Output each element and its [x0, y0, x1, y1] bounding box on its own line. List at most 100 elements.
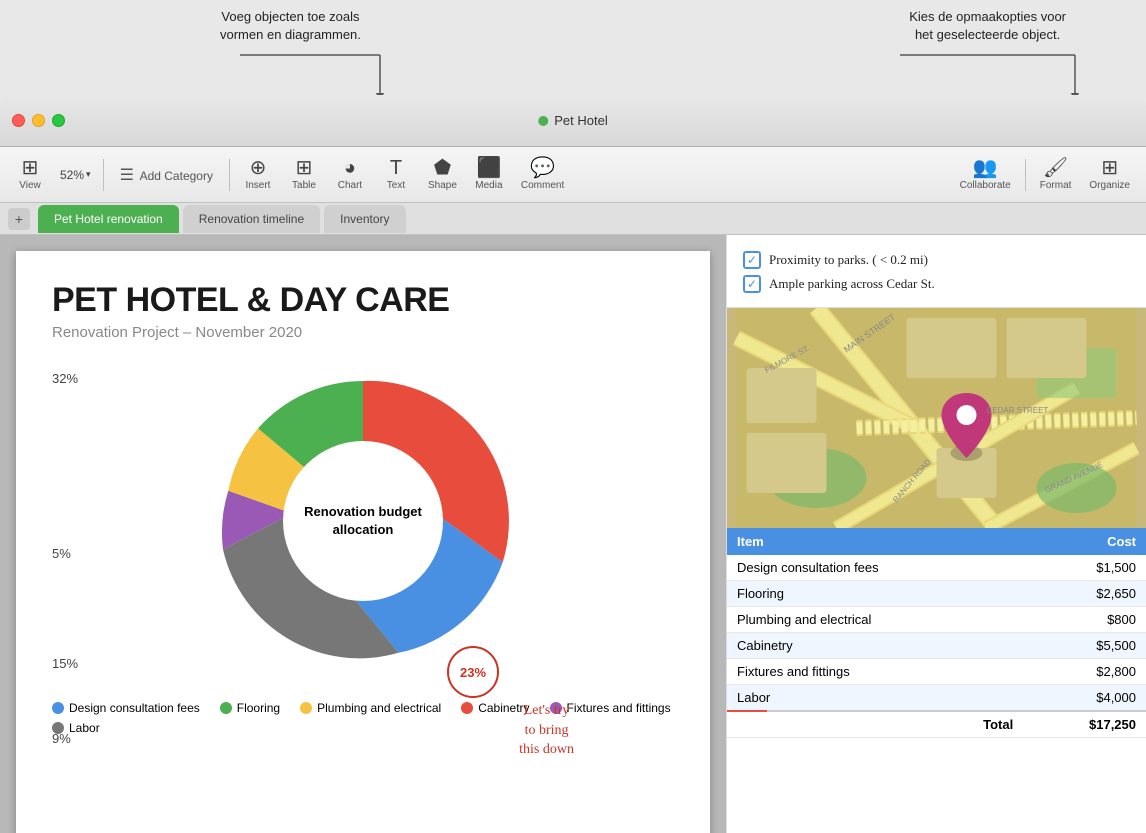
zoom-value: 52%	[60, 168, 84, 182]
organize-icon: ⊞	[1101, 158, 1118, 178]
cell-item: Cabinetry	[727, 633, 1023, 659]
view-button[interactable]: ⊞ View	[8, 154, 52, 195]
table-icon: ⊞	[296, 158, 313, 178]
tab-inventory[interactable]: Inventory	[324, 205, 405, 233]
app-window: Pet Hotel ⊞ View 52% ▾ ☰ Add Category ⊕ …	[0, 95, 1146, 833]
collaborate-button[interactable]: 👥 Collaborate	[952, 154, 1019, 195]
map-svg: MAIN STREET FILMORE ST. CEDAR STREET RAN…	[727, 308, 1146, 528]
col-cost-header: Cost	[1023, 528, 1146, 555]
cell-cost: $800	[1023, 607, 1146, 633]
cell-item: Flooring	[727, 581, 1023, 607]
tooltip-right-text: Kies de opmaakopties voorhet geselecteer…	[909, 8, 1066, 44]
zoom-button[interactable]: 52% ▾	[54, 164, 97, 186]
window-title: Pet Hotel	[554, 113, 607, 128]
chart-button[interactable]: ◕ Chart	[328, 154, 372, 195]
annotation-section: ✓ Proximity to parks. ( < 0.2 mi) ✓ Ampl…	[727, 235, 1146, 308]
media-icon: ⬛	[476, 158, 501, 178]
pct-label-5: 5%	[52, 546, 71, 561]
comment-button[interactable]: 💬 Comment	[513, 154, 572, 195]
cell-cost: $2,800	[1023, 659, 1146, 685]
pct-label-15: 15%	[52, 656, 78, 671]
checkbox-1[interactable]: ✓	[743, 251, 761, 269]
table-row: Labor $4,000	[727, 685, 1146, 712]
collaborate-icon: 👥	[973, 158, 998, 178]
table-total-row: Total $17,250	[727, 711, 1146, 738]
svg-text:CEDAR STREET: CEDAR STREET	[987, 406, 1049, 415]
checkbox-item-2: ✓ Ample parking across Cedar St.	[743, 275, 1130, 293]
document-subtitle: Renovation Project – November 2020	[52, 324, 674, 341]
legend-dot-flooring	[220, 702, 232, 714]
cell-item: Fixtures and fittings	[727, 659, 1023, 685]
cell-item: Labor	[727, 685, 1023, 712]
organize-button[interactable]: ⊞ Organize	[1081, 154, 1138, 195]
cell-total-label: Total	[727, 711, 1023, 738]
insert-icon: ⊕	[250, 158, 267, 178]
close-button[interactable]	[12, 114, 25, 127]
tooltip-overlay: Voeg objecten toe zoalsvormen en diagram…	[0, 0, 1146, 110]
legend-dot-plumbing	[300, 702, 312, 714]
toolbar-separator-1	[103, 159, 104, 191]
toolbar: ⊞ View 52% ▾ ☰ Add Category ⊕ Insert ⊞ T…	[0, 147, 1146, 203]
traffic-lights	[12, 114, 65, 127]
legend-dot-cabinetry	[461, 702, 473, 714]
format-icon: 🖌	[1043, 158, 1068, 178]
pct-label-32: 32%	[52, 371, 78, 386]
insert-button[interactable]: ⊕ Insert	[236, 154, 280, 195]
document-page: PET HOTEL & DAY CARE Renovation Project …	[16, 251, 710, 833]
table-row: Flooring $2,650	[727, 581, 1146, 607]
tab-renovation-timeline[interactable]: Renovation timeline	[183, 205, 320, 233]
cell-cost: $5,500	[1023, 633, 1146, 659]
window-title-area: Pet Hotel	[538, 113, 607, 128]
comment-icon: 💬	[530, 158, 555, 178]
legend-item-flooring: Flooring	[220, 701, 280, 715]
legend-item-design: Design consultation fees	[52, 701, 200, 715]
view-icon: ⊞	[22, 158, 39, 178]
shape-icon: ⬟	[434, 158, 451, 178]
toolbar-separator-3	[1025, 159, 1026, 191]
cell-cost: $1,500	[1023, 555, 1146, 581]
minimize-button[interactable]	[32, 114, 45, 127]
legend-dot-design	[52, 702, 64, 714]
new-sheet-button[interactable]: +	[8, 208, 30, 230]
chart-center-text: Renovation budget allocation	[304, 503, 422, 539]
checkbox-text-2: Ample parking across Cedar St.	[769, 276, 935, 292]
callout-23: 23%	[447, 646, 499, 698]
handwriting-annotation: Let's tryto bringthis down	[519, 701, 574, 760]
col-item-header: Item	[727, 528, 1023, 555]
tooltip-arrows	[0, 0, 1146, 110]
text-icon: T	[390, 158, 402, 178]
pct-label-9: 9%	[52, 731, 71, 746]
legend-item-plumbing: Plumbing and electrical	[300, 701, 441, 715]
toolbar-right-group: 👥 Collaborate 🖌 Format ⊞ Organize	[952, 154, 1138, 195]
document-title: PET HOTEL & DAY CARE	[52, 281, 674, 320]
add-category-icon: ☰	[120, 167, 134, 184]
map-section: MAIN STREET FILMORE ST. CEDAR STREET RAN…	[727, 308, 1146, 528]
table-button[interactable]: ⊞ Table	[282, 154, 326, 195]
toolbar-separator-2	[229, 159, 230, 191]
document-canvas[interactable]: PET HOTEL & DAY CARE Renovation Project …	[0, 235, 726, 833]
budget-table: Item Cost Design consultation fees $1,50…	[727, 528, 1146, 738]
tab-pet-hotel-renovation[interactable]: Pet Hotel renovation	[38, 205, 179, 233]
maximize-button[interactable]	[52, 114, 65, 127]
shape-button[interactable]: ⬟ Shape	[420, 154, 465, 195]
table-row: Plumbing and electrical $800	[727, 607, 1146, 633]
cell-cost: $4,000	[1023, 685, 1146, 712]
table-row: Cabinetry $5,500	[727, 633, 1146, 659]
checkbox-text-1: Proximity to parks. ( < 0.2 mi)	[769, 252, 928, 268]
chart-section: 32% 16% 5% 15% 9%	[52, 361, 674, 681]
budget-table-section: Item Cost Design consultation fees $1,50…	[727, 528, 1146, 738]
checkbox-2[interactable]: ✓	[743, 275, 761, 293]
media-button[interactable]: ⬛ Media	[467, 154, 511, 195]
table-row: Fixtures and fittings $2,800	[727, 659, 1146, 685]
chart-icon: ◕	[344, 158, 356, 178]
title-dot-icon	[538, 116, 548, 126]
cell-item: Plumbing and electrical	[727, 607, 1023, 633]
cell-cost: $2,650	[1023, 581, 1146, 607]
titlebar: Pet Hotel	[0, 95, 1146, 147]
zoom-chevron-icon: ▾	[86, 169, 91, 180]
chart-legend: Design consultation fees Flooring Plumbi…	[52, 701, 674, 735]
cell-item: Design consultation fees	[727, 555, 1023, 581]
format-button[interactable]: 🖌 Format	[1032, 154, 1080, 195]
text-button[interactable]: T Text	[374, 154, 418, 195]
add-category-button[interactable]: ☰ Add Category	[110, 161, 223, 189]
